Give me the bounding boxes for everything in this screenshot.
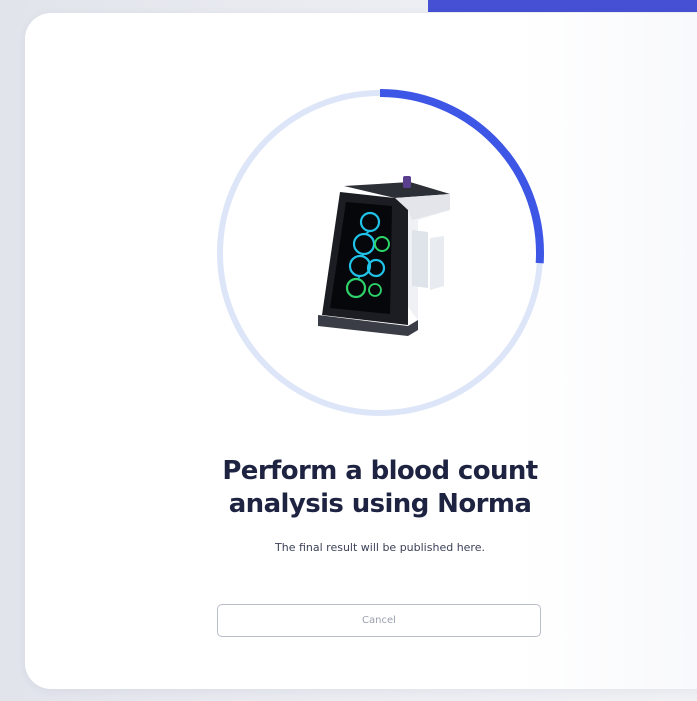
title-line-2: analysis using Norma xyxy=(228,489,532,519)
title-line-1: Perform a blood count xyxy=(222,456,538,486)
top-accent-bar xyxy=(428,0,697,12)
cancel-button[interactable]: Cancel xyxy=(217,604,541,637)
blood-analyzer-device-icon xyxy=(318,176,450,336)
status-subtitle: The final result will be published here. xyxy=(275,541,485,554)
page-title: Perform a blood count analysis using Nor… xyxy=(170,455,590,521)
